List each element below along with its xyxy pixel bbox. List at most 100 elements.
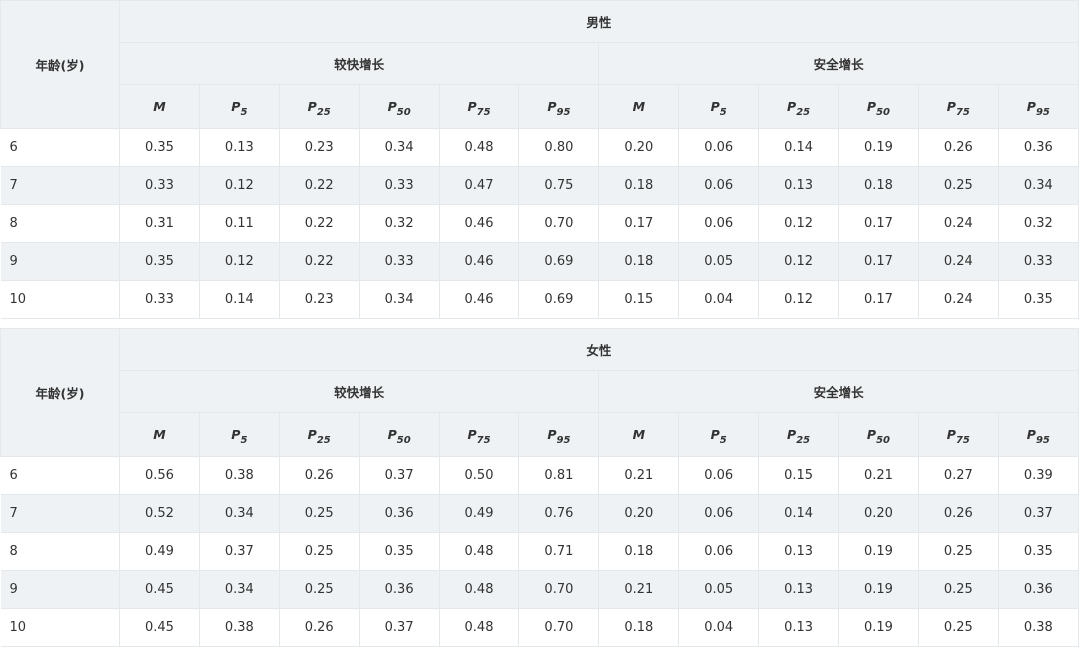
value-cell: 0.35 — [119, 242, 200, 281]
value-cell: 0.22 — [278, 242, 360, 281]
value-cell: 0.12 — [758, 204, 840, 243]
value-cell: 0.19 — [838, 570, 919, 609]
value-cell: 0.48 — [438, 608, 520, 647]
stat-symbol: P — [307, 427, 317, 442]
stat-subscript: 25 — [796, 107, 811, 118]
value-cell: 0.71 — [518, 532, 600, 571]
value-cell: 0.12 — [198, 242, 280, 281]
growth-table-male: 年龄(岁) 男性 较快增长 安全增长 M P5 P25 P50 P75 P95 M P5 P25 P50 P… — [0, 0, 1079, 319]
age-cell: 10 — [0, 608, 120, 647]
value-cell: 0.38 — [198, 456, 280, 495]
value-cell: 0.13 — [758, 532, 840, 571]
age-cell: 9 — [0, 570, 120, 609]
value-cell: 0.13 — [758, 608, 840, 647]
value-cell: 0.27 — [917, 456, 999, 495]
stat-header: M — [119, 84, 200, 129]
stat-header: P95 — [997, 412, 1079, 457]
stat-header: P25 — [278, 84, 360, 129]
table-row: 10 0.45 0.38 0.26 0.37 0.48 0.70 0.18 0.04 0.13 0.… — [0, 608, 1079, 647]
table-row: 7 0.52 0.34 0.25 0.36 0.49 0.76 0.20 0.06 0.14 0.2… — [0, 494, 1079, 533]
stat-header: P75 — [438, 84, 520, 129]
value-cell: 0.38 — [997, 608, 1079, 647]
value-cell: 0.23 — [278, 128, 360, 167]
value-cell: 0.06 — [678, 204, 760, 243]
table-row: 8 0.49 0.37 0.25 0.35 0.48 0.71 0.18 0.06 0.13 0.1… — [0, 532, 1079, 571]
value-cell: 0.13 — [198, 128, 280, 167]
stat-header: P5 — [678, 412, 760, 457]
value-cell: 0.06 — [678, 128, 760, 167]
age-cell: 6 — [0, 456, 120, 495]
value-cell: 0.69 — [518, 280, 600, 319]
value-cell: 0.19 — [838, 128, 919, 167]
stat-subscript: 5 — [719, 107, 727, 118]
value-cell: 0.20 — [598, 128, 680, 167]
value-cell: 0.47 — [438, 166, 520, 205]
value-cell: 0.45 — [119, 570, 200, 609]
stat-symbol: P — [787, 99, 797, 114]
value-cell: 0.33 — [997, 242, 1079, 281]
value-cell: 0.20 — [838, 494, 919, 533]
stat-subscript: 25 — [316, 107, 331, 118]
value-cell: 0.36 — [997, 570, 1079, 609]
stat-symbol: P — [467, 99, 477, 114]
value-cell: 0.14 — [758, 494, 840, 533]
value-cell: 0.14 — [758, 128, 840, 167]
value-cell: 0.04 — [678, 280, 760, 319]
value-cell: 0.70 — [518, 204, 600, 243]
value-cell: 0.06 — [678, 494, 760, 533]
stat-subscript: 25 — [316, 435, 331, 446]
stat-header: P50 — [358, 412, 440, 457]
value-cell: 0.56 — [119, 456, 200, 495]
stat-subscript: 95 — [1035, 107, 1050, 118]
stat-symbol: M — [632, 427, 646, 442]
stat-symbol: P — [866, 427, 877, 442]
stat-header: P5 — [198, 412, 280, 457]
growth-table-female: 年龄(岁) 女性 较快增长 安全增长 M P5 P25 P50 P75 P95 M P5 P25 P50 P… — [0, 328, 1079, 647]
stat-subscript: 25 — [796, 435, 811, 446]
value-cell: 0.17 — [598, 204, 680, 243]
stat-symbol: P — [710, 99, 720, 114]
value-cell: 0.24 — [917, 204, 999, 243]
stat-header: P95 — [518, 84, 600, 129]
value-cell: 0.24 — [917, 280, 999, 319]
stat-symbol: P — [1026, 99, 1036, 114]
stat-header: P50 — [838, 84, 919, 129]
value-cell: 0.25 — [278, 532, 360, 571]
stat-subscript: 50 — [396, 435, 411, 446]
age-cell: 6 — [0, 128, 120, 167]
value-cell: 0.34 — [198, 494, 280, 533]
stat-header: P50 — [838, 412, 919, 457]
value-cell: 0.18 — [598, 242, 680, 281]
stat-header: P25 — [278, 412, 360, 457]
stat-symbol: M — [632, 99, 646, 114]
value-cell: 0.21 — [838, 456, 919, 495]
stat-header: P25 — [758, 84, 840, 129]
stat-header: M — [598, 84, 680, 129]
value-cell: 0.37 — [198, 532, 280, 571]
value-cell: 0.19 — [838, 608, 919, 647]
stat-symbol: P — [387, 99, 397, 114]
value-cell: 0.25 — [917, 532, 999, 571]
stat-symbol: P — [946, 99, 956, 114]
stat-symbol: M — [153, 427, 166, 442]
value-cell: 0.32 — [358, 204, 440, 243]
value-cell: 0.70 — [518, 570, 600, 609]
value-cell: 0.22 — [278, 166, 360, 205]
stat-header: P5 — [678, 84, 760, 129]
value-cell: 0.81 — [518, 456, 600, 495]
stat-header: P75 — [438, 412, 520, 457]
value-cell: 0.15 — [758, 456, 840, 495]
value-cell: 0.31 — [119, 204, 200, 243]
group-header: 较快增长 — [118, 42, 600, 85]
age-cell: 7 — [0, 166, 120, 205]
value-cell: 0.26 — [917, 128, 999, 167]
value-cell: 0.24 — [917, 242, 999, 281]
value-cell: 0.49 — [438, 494, 520, 533]
value-cell: 0.17 — [838, 242, 919, 281]
stat-subscript: 50 — [396, 107, 411, 118]
value-cell: 0.06 — [678, 532, 760, 571]
stat-subscript: 75 — [476, 107, 491, 118]
value-cell: 0.49 — [119, 532, 200, 571]
stat-header: P95 — [518, 412, 600, 457]
value-cell: 0.23 — [278, 280, 360, 319]
